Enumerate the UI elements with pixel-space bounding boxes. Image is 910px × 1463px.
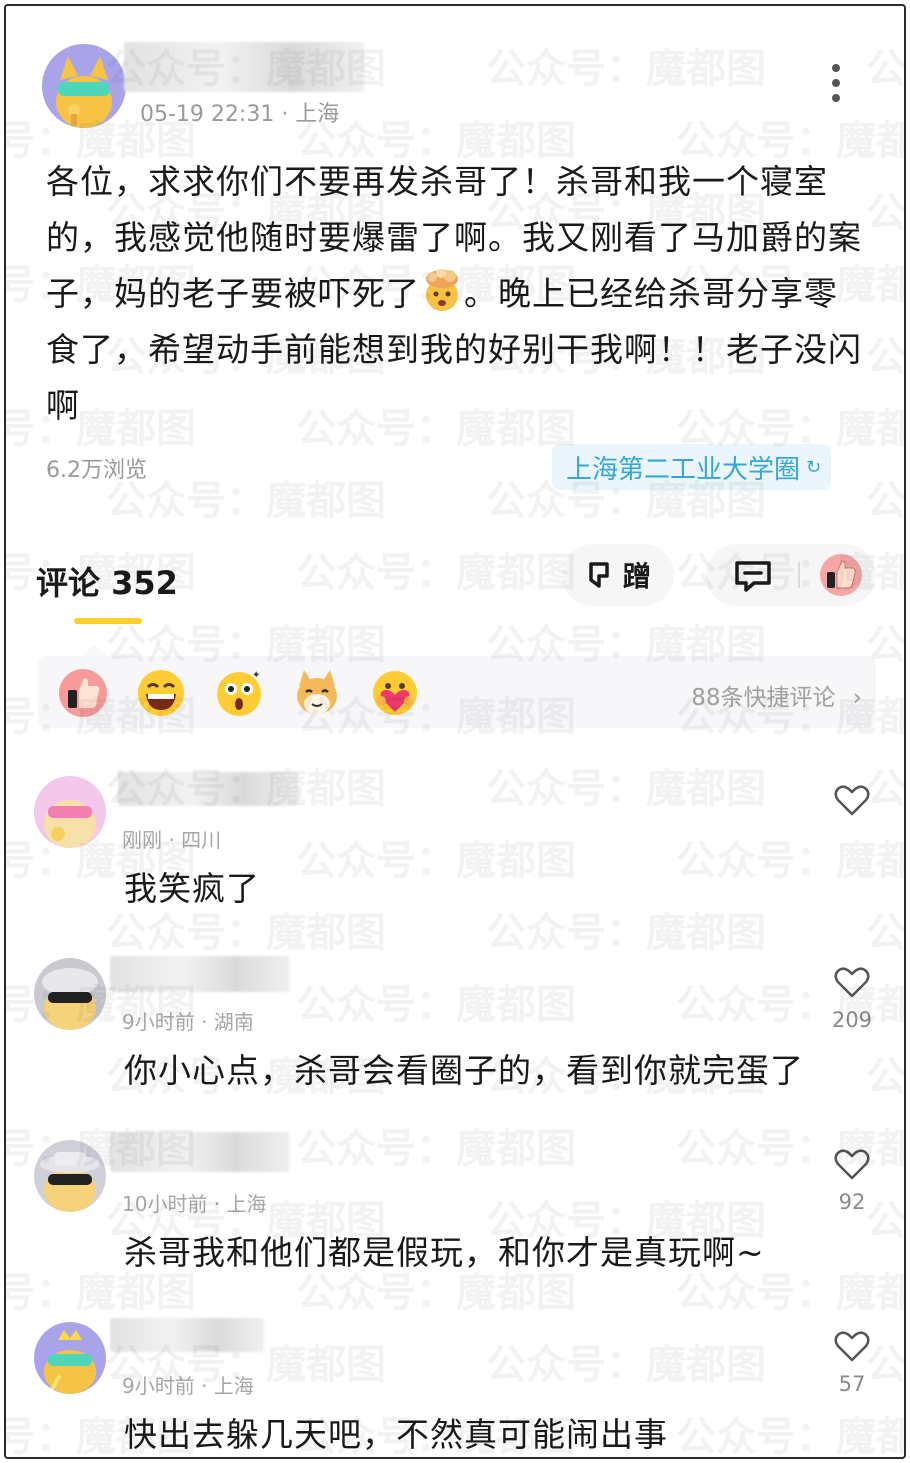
view-count: 6.2万浏览 bbox=[46, 458, 147, 483]
commenter-name-blurred bbox=[110, 1318, 264, 1352]
watermark-text: 公众号：魔都图 bbox=[106, 478, 386, 524]
like-count: 209 bbox=[831, 1008, 873, 1032]
watermark-text: 公众号：魔都图 bbox=[866, 910, 906, 956]
comment-text: 我笑疯了 bbox=[124, 869, 260, 908]
app-screen: 05-19 22:31 · 上海 各位，求求你们不要再发杀哥了！杀哥和我一个寝室… bbox=[4, 4, 906, 1459]
watermark-text: 公众号：魔都图 bbox=[676, 1126, 904, 1172]
watermark-text: 公众号：魔都图 bbox=[296, 982, 576, 1028]
watermark-text: 公众号：魔都图 bbox=[866, 46, 906, 92]
commenter-avatar[interactable] bbox=[34, 776, 106, 848]
watermark-text: 公众号：魔都图 bbox=[4, 900, 6, 958]
watermark-text: 公众号：魔都图 bbox=[866, 478, 906, 524]
thumbs-up-emoji-icon[interactable] bbox=[58, 668, 108, 718]
heart-hug-emoji-icon[interactable] bbox=[370, 668, 420, 718]
watermark-text: 公众号：魔都图 bbox=[866, 190, 906, 236]
watermark-text: 公众号：魔都图 bbox=[296, 1126, 576, 1172]
poster-name-blurred bbox=[124, 42, 364, 92]
laughing-emoji-icon[interactable] bbox=[136, 668, 186, 718]
like-heart-icon[interactable] bbox=[834, 784, 870, 816]
active-tab-underline bbox=[74, 618, 142, 624]
quick-comment-count-link[interactable]: 88条快捷评论 › bbox=[691, 678, 862, 712]
watermark-text: 公众号：魔都图 bbox=[296, 550, 576, 596]
more-options-icon[interactable] bbox=[828, 64, 844, 108]
watermark-text: 公众号：魔都图 bbox=[4, 36, 6, 94]
bar-notch bbox=[82, 644, 106, 656]
post-time-location: 05-19 22:31 · 上海 bbox=[140, 102, 340, 127]
like-count: 92 bbox=[838, 1190, 866, 1214]
comment-meta: 9小时前 · 湖南 bbox=[122, 1010, 254, 1034]
watermark-text: 公众号：魔都图 bbox=[4, 1044, 6, 1102]
divider bbox=[798, 562, 800, 588]
watermark-text: 公众号：魔都图 bbox=[296, 838, 576, 884]
watermark-text: 公众号：魔都图 bbox=[4, 1188, 6, 1246]
comment-meta: 刚刚 · 四川 bbox=[122, 828, 222, 852]
commenter-name-blurred bbox=[110, 1132, 290, 1172]
watermark-text: 公众号：魔都图 bbox=[486, 910, 766, 956]
shocked-emoji-icon[interactable]: ✦ bbox=[214, 668, 264, 718]
watermark-text: 公众号：魔都图 bbox=[4, 756, 6, 814]
circle-tag-label: 上海第二工业大学圈 bbox=[566, 454, 801, 485]
comment-text: 你小心点，杀哥会看圈子的，看到你就完蛋了 bbox=[124, 1051, 804, 1090]
watermark-text: 公众号：魔都图 bbox=[4, 1332, 6, 1390]
post-body: 各位，求求你们不要再发杀哥了！杀哥和我一个寝室的，我感觉他随时要爆雷了啊。我又刚… bbox=[46, 154, 866, 434]
watermark-text: 公众号：魔都图 bbox=[866, 766, 906, 812]
watermark-text: 公众号：魔都图 bbox=[4, 180, 6, 238]
chevron-right-icon: › bbox=[852, 685, 862, 711]
quick-comment-bar: ✦ 88条快捷评论 › bbox=[38, 644, 876, 728]
watermark-text: 公众号：魔都图 bbox=[866, 334, 906, 380]
like-heart-icon[interactable] bbox=[834, 1330, 870, 1362]
watermark-text: 公众号：魔都图 bbox=[866, 1054, 906, 1100]
watermark-text: 公众号：魔都图 bbox=[4, 612, 6, 670]
watermark-text: 公众号：魔都图 bbox=[4, 324, 6, 382]
watermark-text: 公众号：魔都图 bbox=[486, 46, 766, 92]
comment-meta: 10小时前 · 上海 bbox=[122, 1192, 267, 1216]
watermark-text: 公众号：魔都图 bbox=[4, 468, 6, 526]
mind-blown-emoji-icon bbox=[426, 269, 458, 311]
ceng-button[interactable]: 蹭 bbox=[562, 544, 674, 606]
ceng-icon bbox=[589, 562, 609, 588]
commenter-avatar[interactable] bbox=[34, 1140, 106, 1212]
watermark-text: 公众号：魔都图 bbox=[486, 1342, 766, 1388]
commenter-name-blurred bbox=[110, 956, 290, 992]
refresh-arrow-icon: ↻ bbox=[806, 456, 822, 478]
commenter-name-blurred bbox=[118, 772, 298, 806]
ceng-label: 蹭 bbox=[622, 560, 651, 593]
comment-text: 杀哥我和他们都是假玩，和你才是真玩啊~ bbox=[124, 1233, 765, 1272]
comments-title[interactable]: 评论 352 bbox=[36, 558, 178, 604]
comment-text: 快出去躲几天吧，不然真可能闹出事 bbox=[124, 1415, 668, 1454]
watermark-text: 公众号：魔都图 bbox=[486, 766, 766, 812]
commenter-avatar[interactable] bbox=[34, 1322, 106, 1394]
shiba-dog-emoji-icon[interactable] bbox=[292, 668, 342, 718]
thumbs-up-icon[interactable] bbox=[818, 552, 864, 598]
comment-icon[interactable] bbox=[732, 558, 774, 594]
svg-text:✦: ✦ bbox=[252, 670, 260, 681]
poster-avatar[interactable] bbox=[42, 44, 126, 128]
action-pill bbox=[706, 544, 876, 606]
quick-comment-count: 88条快捷评论 bbox=[691, 685, 836, 711]
like-heart-icon[interactable] bbox=[834, 966, 870, 998]
watermark-text: 公众号：魔都图 bbox=[676, 838, 904, 884]
like-heart-icon[interactable] bbox=[834, 1148, 870, 1180]
commenter-avatar[interactable] bbox=[34, 958, 106, 1030]
watermark-text: 公众号：魔都图 bbox=[676, 1414, 904, 1459]
like-count: 57 bbox=[838, 1372, 866, 1396]
circle-tag-link[interactable]: 上海第二工业大学圈 ↻ bbox=[552, 444, 832, 490]
comment-meta: 9小时前 · 上海 bbox=[122, 1374, 254, 1398]
